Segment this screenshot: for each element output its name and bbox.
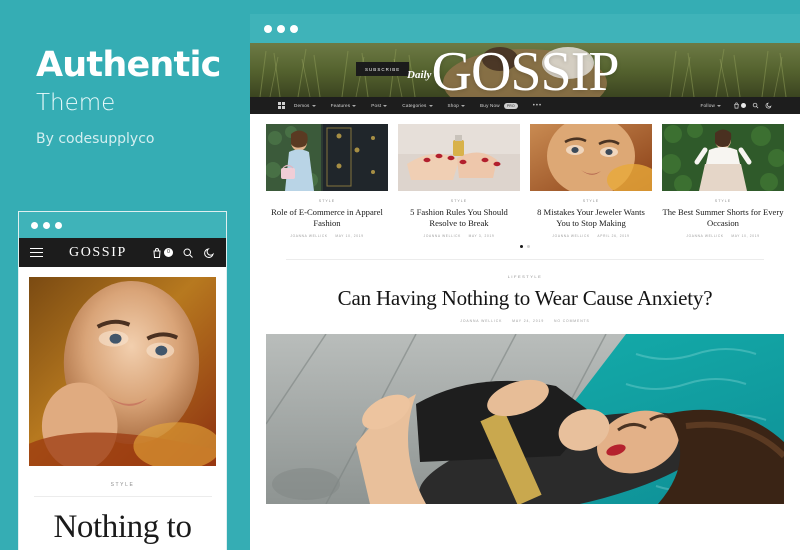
chevron-down-icon xyxy=(461,104,466,107)
featured-date: MAY 24, 2019 xyxy=(512,319,545,324)
chrome-dot-icon xyxy=(31,221,38,229)
hamburger-icon[interactable] xyxy=(30,247,43,258)
article-meta: JOANNA WELLICK APRIL 26, 2019 xyxy=(530,234,652,238)
promo-subtitle: Theme xyxy=(36,90,116,116)
cart-count-badge xyxy=(741,103,746,108)
article-category[interactable]: STYLE xyxy=(662,199,784,203)
grid-menu-icon[interactable] xyxy=(278,102,285,109)
nav-label: Demos xyxy=(294,103,310,108)
featured-meta: JOANNA WELLICK MAY 24, 2019 NO COMMENTS xyxy=(250,319,800,323)
cart-button[interactable]: 0 xyxy=(151,247,173,259)
nav-item-categories[interactable]: Categories xyxy=(396,103,438,108)
buy-now-badge: PRO xyxy=(503,102,518,109)
article-card[interactable]: STYLE The Best Summer Shorts for Every O… xyxy=(662,124,784,238)
nav-label: Shop xyxy=(447,103,460,108)
nav-items: Demos Features Post Categories Shop Buy … xyxy=(278,102,548,109)
article-thumbnail xyxy=(530,124,652,191)
nav-label: Follow xyxy=(700,103,715,108)
featured-image xyxy=(266,334,784,505)
article-title[interactable]: 5 Fashion Rules You Should Resolve to Br… xyxy=(398,207,520,229)
article-thumbnail xyxy=(398,124,520,191)
mobile-article-category[interactable]: STYLE xyxy=(33,482,212,497)
featured-article: LIFESTYLE Can Having Nothing to Wear Cau… xyxy=(250,260,800,323)
wordmark-script-overlay: Daily xyxy=(407,69,432,81)
article-title[interactable]: The Best Summer Shorts for Every Occasio… xyxy=(662,207,784,229)
chevron-down-icon xyxy=(352,104,357,107)
desktop-browser-chrome xyxy=(250,14,800,43)
article-meta: JOANNA WELLICK MAY 10, 2019 xyxy=(266,234,388,238)
chrome-dot-icon xyxy=(277,24,285,33)
chevron-down-icon xyxy=(383,104,388,107)
article-date: MAY 3, 2019 xyxy=(468,234,495,238)
search-icon[interactable] xyxy=(752,102,759,109)
carousel-pagination[interactable] xyxy=(250,245,800,248)
mobile-mockup: GOSSIP 0 STYLE Nothing to xyxy=(18,211,227,550)
chevron-down-icon xyxy=(717,104,721,107)
shopping-bag-icon xyxy=(151,247,163,259)
site-logo[interactable]: GOSSIP xyxy=(69,245,127,261)
article-date: MAY 10, 2019 xyxy=(335,234,364,238)
featured-title[interactable]: Can Having Nothing to Wear Cause Anxiety… xyxy=(250,285,800,311)
featured-author[interactable]: JOANNA WELLICK xyxy=(460,319,502,323)
main-navigation: Demos Features Post Categories Shop Buy … xyxy=(250,97,800,114)
article-category[interactable]: STYLE xyxy=(398,199,520,203)
chevron-down-icon xyxy=(428,104,433,107)
article-author[interactable]: JOANNA WELLICK xyxy=(424,234,461,238)
mobile-site-header: GOSSIP 0 xyxy=(19,238,226,267)
article-card[interactable]: STYLE 5 Fashion Rules You Should Resolve… xyxy=(398,124,520,238)
promo-byline: By codesupplyco xyxy=(36,131,155,147)
article-meta: JOANNA WELLICK MAY 3, 2019 xyxy=(398,234,520,238)
nav-more-button[interactable]: ••• xyxy=(527,103,548,109)
nav-utility-icons: Follow xyxy=(695,102,772,109)
site-wordmark[interactable]: GOSSIP xyxy=(250,44,800,97)
desktop-mockup: SUBSCRIBE GOSSIP Daily Demos Features Po… xyxy=(250,14,800,550)
moon-icon[interactable] xyxy=(765,102,772,109)
search-icon[interactable] xyxy=(182,247,194,259)
article-author[interactable]: JOANNA WELLICK xyxy=(686,234,723,238)
cart-button[interactable] xyxy=(733,102,746,109)
chrome-dot-icon xyxy=(290,24,298,33)
nav-item-follow[interactable]: Follow xyxy=(695,103,727,108)
cart-count-badge: 0 xyxy=(164,248,173,257)
nav-label: Buy Now xyxy=(480,103,500,108)
article-category[interactable]: STYLE xyxy=(530,199,652,203)
mobile-article-title[interactable]: Nothing to xyxy=(19,509,226,546)
article-thumbnail xyxy=(266,124,388,191)
pagination-dot-active[interactable] xyxy=(520,245,523,248)
article-card[interactable]: STYLE Role of E-Commerce in Apparel Fash… xyxy=(266,124,388,238)
chevron-down-icon xyxy=(311,104,316,107)
chrome-dot-icon xyxy=(43,221,50,229)
article-title[interactable]: Role of E-Commerce in Apparel Fashion xyxy=(266,207,388,229)
pagination-dot[interactable] xyxy=(527,245,530,248)
chrome-dot-icon xyxy=(55,221,62,229)
nav-item-features[interactable]: Features xyxy=(325,103,363,108)
nav-item-shop[interactable]: Shop xyxy=(442,103,472,108)
nav-label: Categories xyxy=(402,103,427,108)
page-title: Authentic xyxy=(36,45,221,85)
article-author[interactable]: JOANNA WELLICK xyxy=(290,234,327,238)
article-thumbnail xyxy=(662,124,784,191)
article-date: APRIL 26, 2019 xyxy=(597,234,630,238)
mobile-browser-chrome xyxy=(19,212,226,238)
featured-comments[interactable]: NO COMMENTS xyxy=(554,319,590,323)
nav-item-post[interactable]: Post xyxy=(365,103,393,108)
mobile-article-image xyxy=(29,277,216,466)
nav-item-buy-now[interactable]: Buy Now PRO xyxy=(474,102,524,109)
nav-label: Post xyxy=(371,103,382,108)
article-date: MAY 10, 2019 xyxy=(731,234,760,238)
article-title[interactable]: 8 Mistakes Your Jeweler Wants You to Sto… xyxy=(530,207,652,229)
article-card[interactable]: STYLE 8 Mistakes Your Jeweler Wants You … xyxy=(530,124,652,238)
nav-item-demos[interactable]: Demos xyxy=(288,103,322,108)
moon-icon[interactable] xyxy=(203,247,215,259)
shopping-bag-icon xyxy=(733,102,740,109)
article-card-row: STYLE Role of E-Commerce in Apparel Fash… xyxy=(250,114,800,238)
hero-banner: SUBSCRIBE GOSSIP Daily xyxy=(250,43,800,97)
mobile-header-icons: 0 xyxy=(151,247,215,259)
article-author[interactable]: JOANNA WELLICK xyxy=(552,234,589,238)
nav-label: Features xyxy=(330,103,351,108)
article-meta: JOANNA WELLICK MAY 10, 2019 xyxy=(662,234,784,238)
featured-category[interactable]: LIFESTYLE xyxy=(250,274,800,279)
article-category[interactable]: STYLE xyxy=(266,199,388,203)
chrome-dot-icon xyxy=(264,24,272,33)
